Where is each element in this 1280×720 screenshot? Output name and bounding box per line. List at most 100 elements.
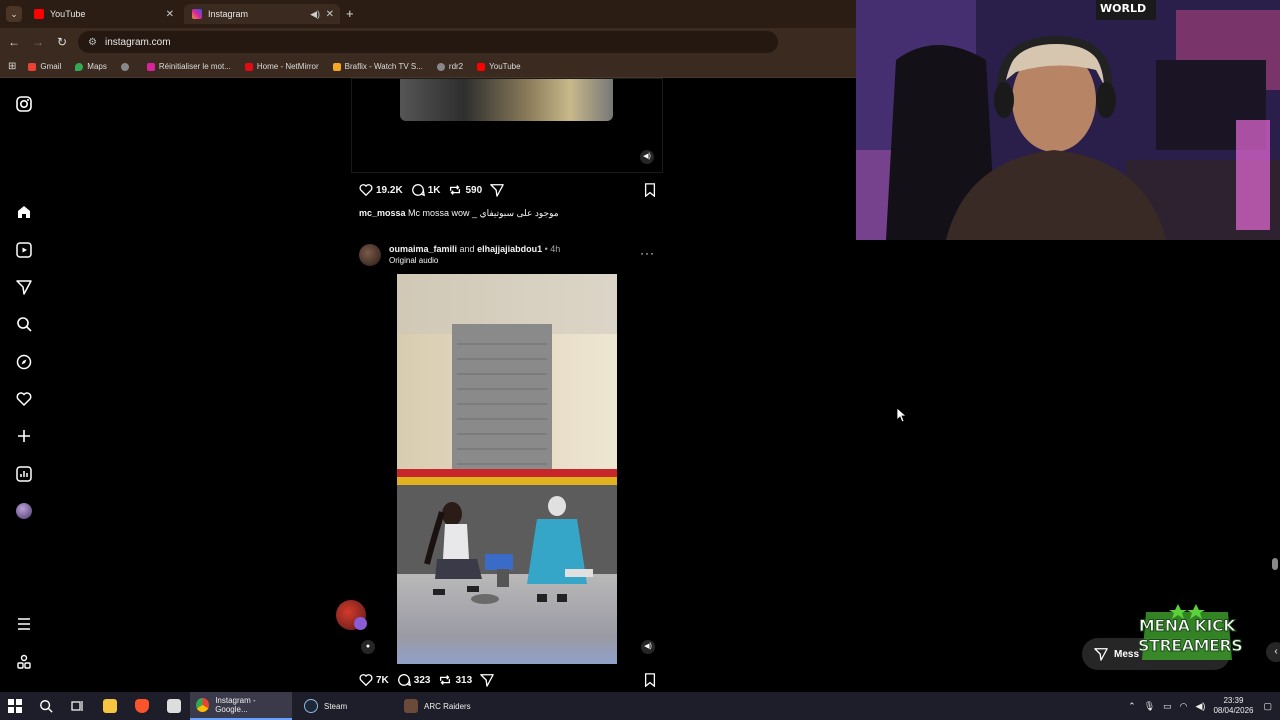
arc-raiders-icon [404,699,418,713]
explore-icon[interactable] [14,352,34,372]
gmail-icon [28,62,37,71]
tab-youtube[interactable]: YouTube ✕ [26,4,180,24]
bookmark-label: rdr2 [448,62,464,71]
caption-username[interactable]: mc_mossa [359,208,406,218]
post2-video[interactable]: ● ◀) [351,274,663,664]
repost-button[interactable]: 590 [448,183,482,197]
mute-icon[interactable]: ◀) [640,150,654,164]
file-explorer-button[interactable] [94,692,126,720]
bookmark-braflix[interactable]: Braflix - Watch TV S... [332,62,423,71]
comment-button[interactable]: 1K [411,183,441,197]
bookmark-youtube[interactable]: YouTube [477,62,521,71]
mute-icon[interactable]: ◀) [641,640,655,654]
more-icon[interactable] [14,614,34,634]
comment-count: 1K [427,184,441,196]
home-icon[interactable] [14,202,34,222]
netmirror-icon [244,62,253,71]
brave-icon [135,699,149,713]
avatar[interactable] [359,244,381,266]
instagram-icon [192,9,202,19]
bookmark-icon[interactable] [643,673,657,690]
share-button[interactable] [480,673,497,687]
apps-icon[interactable]: ⊞ [8,61,16,72]
maps-icon [75,62,84,71]
like-button[interactable]: 19.2K [359,183,403,197]
start-button[interactable] [0,692,30,720]
toolbar: ← → ↻ ⚙ instagram.com [0,28,856,56]
bookmark-rdr2[interactable]: rdr2 [436,62,464,71]
forward-icon[interactable]: → [26,35,50,49]
site-info-icon[interactable]: ⚙ [88,37,97,48]
reload-icon[interactable]: ↻ [50,35,74,49]
mena-line1: MENA KICK [1138,616,1236,636]
chrome-icon [196,698,210,712]
taskbar-steam[interactable]: Steam [298,692,398,720]
brave-button[interactable] [126,692,158,720]
notifications-icon[interactable] [14,389,34,409]
speaker-icon[interactable]: ◀) [310,9,320,20]
post1-video[interactable]: ◀) [351,78,663,173]
taskbar-search-button[interactable] [30,692,62,720]
clock[interactable]: 23:39 08/04/2026 [1213,696,1253,716]
windows-taskbar: Instagram - Google... Steam ARC Raiders … [0,692,1280,720]
share-button[interactable] [490,183,507,197]
create-icon[interactable] [14,426,34,446]
post2-header: oumaima_famili and elhajjajiabdou1 • 4h … [359,242,659,268]
reels-icon[interactable] [14,240,34,260]
bookmark-gmail[interactable]: Gmail [28,62,61,71]
tab-list-button[interactable]: ⌄ [6,6,22,22]
wifi-icon[interactable]: ◠ [1180,701,1188,712]
more-options-icon[interactable]: ··· [640,246,655,260]
task-view-button[interactable] [62,692,94,720]
close-tab-icon[interactable]: ✕ [326,9,334,20]
post2-authors: oumaima_famili and elhajjajiabdou1 • 4h [389,244,560,254]
coauthor-username[interactable]: elhajjajiabdou1 [477,244,542,254]
folder-icon [103,699,117,713]
instagram-logo-icon[interactable] [14,94,34,114]
profile-icon[interactable] [14,501,34,521]
tab-instagram[interactable]: Instagram ◀) ✕ [184,4,340,24]
steam-icon [304,699,318,713]
bookmark-maps[interactable]: Maps [75,62,107,71]
volume-icon[interactable]: ◀) [1196,701,1206,712]
author-conjunction: and [457,244,478,254]
new-tab-button[interactable]: + [346,6,354,21]
user-tag-icon[interactable]: ● [361,640,375,654]
like-button[interactable]: 7K [359,673,389,687]
youtube-icon [34,9,44,19]
instagram-icon [146,62,155,71]
tray-overflow-icon[interactable]: ⌃ [1128,701,1136,712]
repost-button[interactable]: 313 [438,673,472,687]
bookmark-label: YouTube [489,62,521,71]
bookmark-globe[interactable] [120,62,133,71]
bookmark-icon[interactable] [643,183,657,200]
messages-icon[interactable] [14,277,34,297]
webcam-overlay: WORLD [856,0,1280,240]
microphone-icon[interactable]: 🎙 [1144,701,1155,712]
collapse-arrow-icon[interactable]: ‹ [1266,642,1280,662]
like-count: 7K [376,674,389,686]
video-frame [397,274,617,664]
bookmark-netmirror[interactable]: Home - NetMirror [244,62,319,71]
address-bar[interactable]: ⚙ instagram.com [78,31,778,53]
like-count: 19.2K [376,184,403,196]
notification-center-icon[interactable]: ▢ [1263,701,1272,712]
repost-icon [440,675,451,685]
scrollbar-thumb[interactable] [1272,558,1278,570]
close-tab-icon[interactable]: ✕ [166,9,174,20]
taskbar-arc-raiders[interactable]: ARC Raiders [398,692,498,720]
comment-button[interactable]: 323 [397,673,430,687]
author-username[interactable]: oumaima_famili [389,244,457,254]
back-icon[interactable]: ← [2,35,26,49]
store-button[interactable] [158,692,190,720]
taskbar-chrome-instagram[interactable]: Instagram - Google... [190,692,292,720]
dashboard-icon[interactable] [14,464,34,484]
search-icon[interactable] [14,314,34,334]
bookmark-reset-password[interactable]: Réinitialiser le mot... [146,62,231,71]
network-icon[interactable]: ▭ [1163,701,1172,712]
meta-icon[interactable] [14,652,34,672]
braflix-icon [332,62,341,71]
audio-label[interactable]: Original audio [389,256,438,265]
repost-count: 590 [465,184,483,196]
task-view-icon [71,701,83,711]
